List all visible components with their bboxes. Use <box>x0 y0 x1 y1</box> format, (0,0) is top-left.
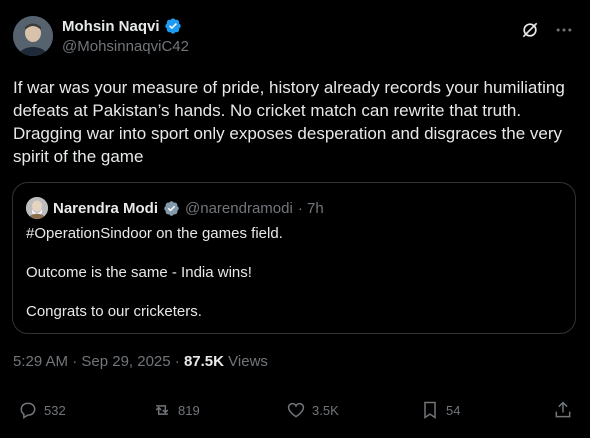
author-name[interactable]: Mohsin Naqvi <box>62 18 160 35</box>
views-count: 87.5K <box>183 353 224 370</box>
verified-badge-icon[interactable] <box>164 17 182 35</box>
reply-count: 532 <box>44 402 66 418</box>
share-button[interactable] <box>553 400 573 420</box>
views-label: Views <box>228 353 268 370</box>
like-count: 3.5K <box>312 402 339 418</box>
more-icon[interactable] <box>554 20 574 40</box>
repost-button[interactable]: 819 <box>152 400 200 420</box>
post-meta: 5:29 AM · Sep 29, 2025 · 87.5K Views <box>13 353 268 370</box>
repost-count: 819 <box>178 402 200 418</box>
bookmark-button[interactable]: 54 <box>420 400 460 420</box>
bookmark-icon <box>424 401 436 419</box>
author-handle[interactable]: @MohsinnaqviC42 <box>62 38 189 55</box>
share-icon <box>555 401 571 418</box>
quoted-author-avatar[interactable] <box>26 197 48 219</box>
author-avatar[interactable] <box>13 16 53 56</box>
reply-button[interactable]: 532 <box>18 400 66 420</box>
quoted-post[interactable]: Narendra Modi @narendramodi · 7h #Operat… <box>12 182 576 334</box>
grok-icon[interactable] <box>520 20 540 40</box>
like-button[interactable]: 3.5K <box>286 400 339 420</box>
quoted-text-line: Outcome is the same - India wins! <box>26 264 252 281</box>
quoted-verified-badge-icon <box>163 200 180 217</box>
reply-icon <box>20 402 36 419</box>
quoted-author-handle[interactable]: @narendramodi <box>185 200 293 217</box>
action-bar: 532 819 3.5K 54 <box>0 400 590 424</box>
repost-icon <box>155 405 169 415</box>
heart-icon <box>287 402 305 418</box>
quoted-post-time[interactable]: · 7h <box>298 200 324 217</box>
bookmark-count: 54 <box>446 402 461 418</box>
post-text: If war was your measure of pride, histor… <box>13 78 565 166</box>
post-timestamp[interactable]: 5:29 AM · Sep 29, 2025 · <box>13 353 180 370</box>
quoted-author-name[interactable]: Narendra Modi <box>53 200 158 217</box>
quoted-text-line: Congrats to our cricketers. <box>26 303 202 320</box>
quoted-text-line: #OperationSindoor on the games field. <box>26 225 283 242</box>
